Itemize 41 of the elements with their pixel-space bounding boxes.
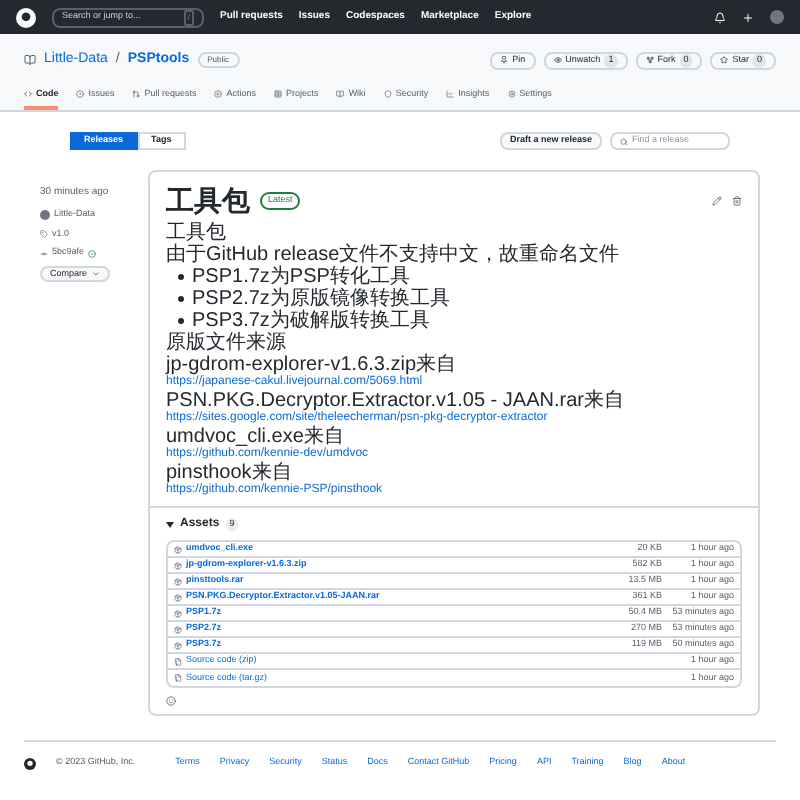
package-icon (174, 561, 182, 570)
bell-icon[interactable] (714, 11, 726, 23)
package-icon (174, 577, 182, 586)
fork-icon (645, 56, 654, 65)
pin-icon (500, 56, 509, 65)
star-icon (720, 56, 729, 65)
pencil-icon[interactable] (712, 195, 722, 206)
release-title: 工具包 (166, 184, 250, 217)
circle-dot-icon (76, 89, 85, 98)
plus-icon[interactable] (742, 11, 754, 23)
book-icon (336, 89, 345, 98)
settings-icon (507, 89, 516, 98)
package-icon (174, 609, 182, 618)
code-icon (24, 89, 32, 98)
package-icon (174, 641, 182, 650)
avatar[interactable] (770, 10, 784, 24)
avatar (40, 209, 50, 220)
play-icon (214, 89, 223, 98)
list-item-text: PSP2.7z为原版镜像转换工具 (192, 288, 450, 311)
smiley-icon[interactable] (166, 696, 176, 707)
repo-icon (24, 54, 36, 67)
list-item-text: PSP3.7z为破解版转换工具 (192, 310, 430, 333)
logo-icon (24, 757, 36, 769)
logo-icon (16, 7, 36, 27)
package-icon (174, 545, 182, 554)
body-text: 由于GitHub release文件不支持中文，故重命名文件 (166, 244, 622, 267)
check-circle-icon (88, 249, 97, 258)
shield-icon (383, 89, 392, 98)
expand-caret-icon[interactable] (166, 522, 174, 529)
list-item-text: PSP1.7z为PSP转化工具 (192, 266, 410, 289)
pull-request-icon (132, 89, 141, 98)
body-text: 原版文件来源 (166, 332, 288, 355)
chart-icon (446, 89, 455, 98)
eye-icon (553, 56, 562, 65)
package-icon (174, 593, 182, 602)
package-icon (174, 625, 182, 634)
tag-icon (40, 229, 48, 238)
body-text: 工具包 (166, 222, 228, 245)
trash-icon[interactable] (732, 195, 742, 206)
table-icon (274, 89, 283, 98)
search-icon (620, 137, 628, 146)
